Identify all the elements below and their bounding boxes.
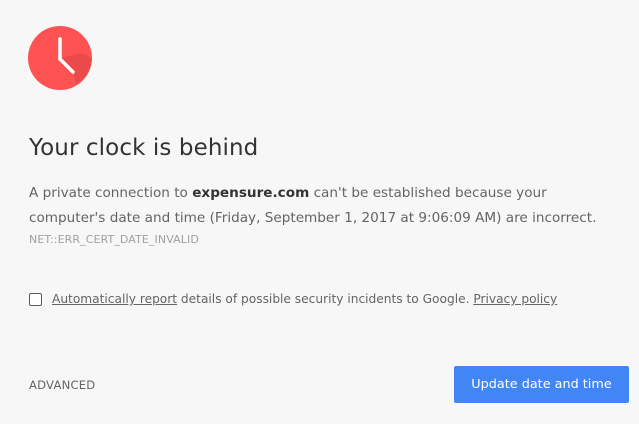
report-checkbox[interactable] (29, 292, 42, 306)
privacy-policy-link[interactable]: Privacy policy (473, 292, 557, 306)
error-code: NET::ERR_CERT_DATE_INVALID (29, 233, 199, 246)
page-title: Your clock is behind (29, 135, 259, 161)
interstitial-page: Your clock is behind A private connectio… (0, 0, 639, 424)
automatically-report-link[interactable]: Automatically report (52, 292, 177, 306)
host-name: expensure.com (192, 185, 310, 201)
error-message: A private connection to expensure.com ca… (29, 181, 619, 231)
clock-icon (28, 26, 92, 90)
update-date-time-button[interactable]: Update date and time (454, 366, 629, 403)
message-prefix: A private connection to (29, 185, 193, 201)
report-description: details of possible security incidents t… (177, 292, 474, 306)
report-row: Automatically report details of possible… (29, 292, 557, 306)
advanced-button[interactable]: ADVANCED (29, 378, 95, 392)
